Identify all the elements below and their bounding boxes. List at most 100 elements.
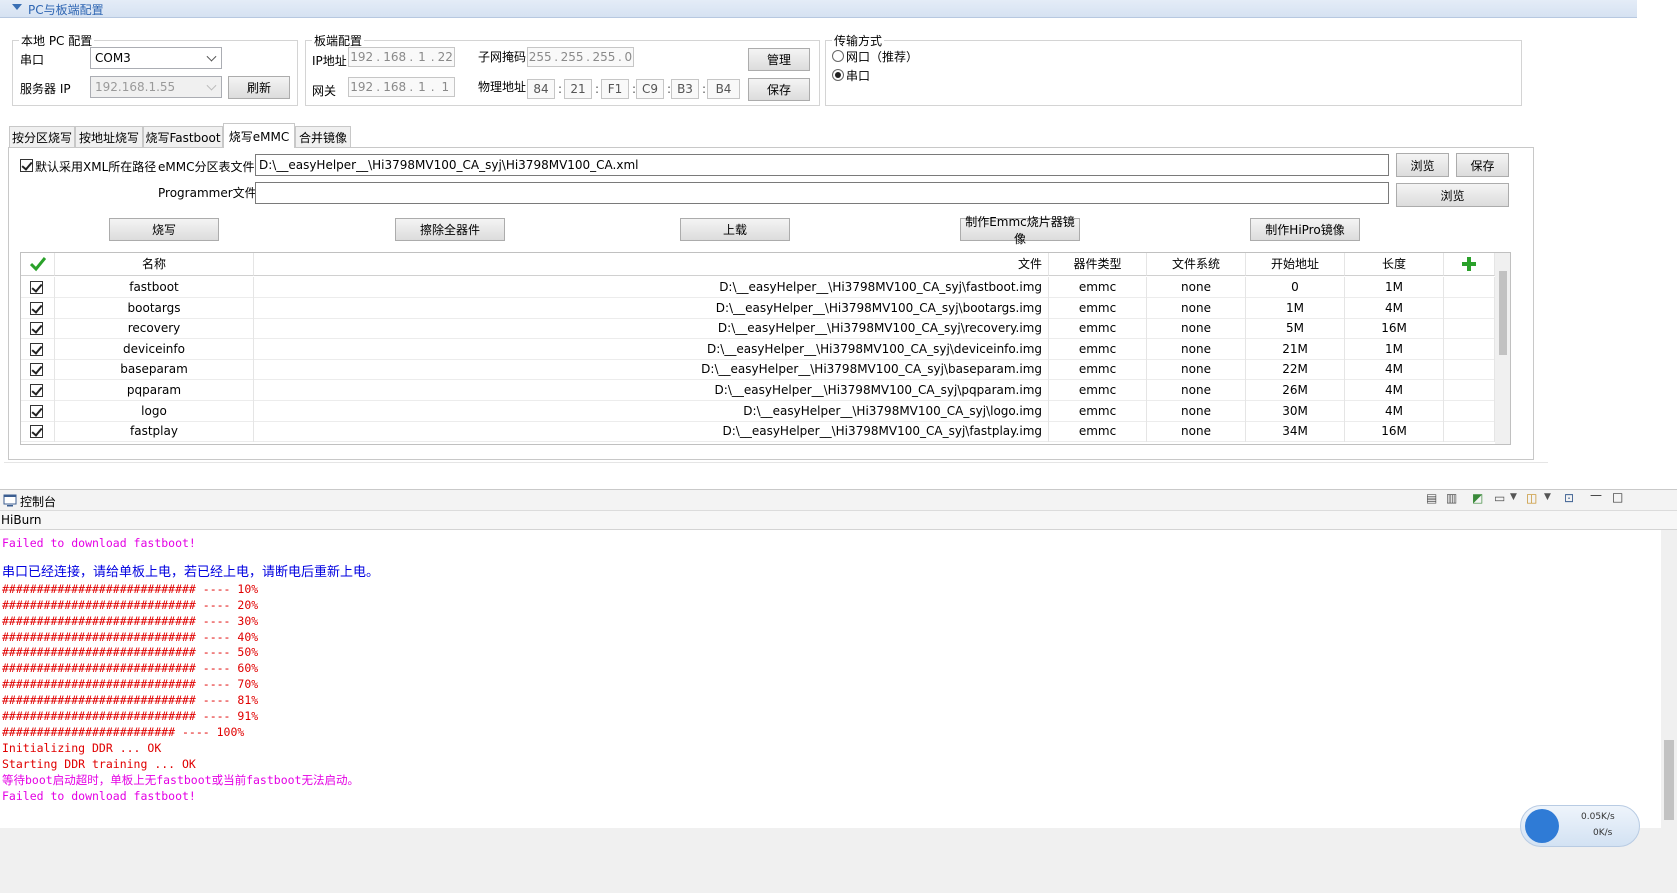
mac-octet[interactable]: B3 <box>671 79 699 99</box>
row-checkbox-cell[interactable] <box>21 380 55 401</box>
row-checkbox-cell[interactable] <box>21 318 55 340</box>
mac-octet[interactable]: C9 <box>636 79 664 99</box>
table-row[interactable]: fastboot D:\__easyHelper__\Hi3798MV100_CA… <box>21 277 1495 298</box>
display-console-icon[interactable]: ▭ <box>1494 491 1505 505</box>
serial-port-select[interactable]: COM3 <box>90 47 222 69</box>
column-header-fs[interactable]: 文件系统 <box>1147 253 1246 276</box>
table-row[interactable]: logo D:\__easyHelper__\Hi3798MV100_CA_syj… <box>21 400 1495 422</box>
mac-octet[interactable]: B4 <box>707 79 740 99</box>
row-checkbox[interactable] <box>30 301 43 315</box>
table-row[interactable]: fastplay D:\__easyHelper__\Hi3798MV100_CA… <box>21 421 1495 443</box>
row-checkbox-cell[interactable] <box>21 359 55 381</box>
refresh-button[interactable]: 刷新 <box>228 76 290 99</box>
maximize-icon[interactable]: □ <box>1612 490 1623 504</box>
minimize-icon[interactable]: — <box>1590 488 1602 502</box>
ip-address-field[interactable]: 192. 168. 1. 22 <box>348 47 455 67</box>
gateway-label: 网关 <box>312 84 337 98</box>
cell-name: pqparam <box>55 380 254 401</box>
server-ip-select[interactable]: 192.168.1.55 <box>90 76 222 98</box>
radio-network[interactable] <box>832 50 844 62</box>
table-scrollbar[interactable] <box>1495 253 1510 444</box>
save-partition-button[interactable]: 保存 <box>1456 153 1509 177</box>
new-console-icon[interactable]: ⊡ <box>1564 491 1574 505</box>
subnet-field[interactable]: 255. 255. 255. 0 <box>527 47 634 67</box>
horizontal-scrollbar[interactable] <box>4 462 1548 480</box>
console-tab-label[interactable]: 控制台 <box>20 493 56 510</box>
row-checkbox-cell[interactable] <box>21 400 55 422</box>
column-header-name[interactable]: 名称 <box>55 253 254 276</box>
programmer-file-input[interactable] <box>255 182 1389 204</box>
mac-octet[interactable]: 21 <box>564 79 592 99</box>
make-hipro-image-button[interactable]: 制作HiPro镜像 <box>1250 218 1360 241</box>
clear-console-icon[interactable]: ▤ <box>1426 491 1437 505</box>
row-checkbox-cell[interactable] <box>21 338 55 360</box>
column-header-device[interactable]: 器件类型 <box>1049 253 1147 276</box>
cell-name: deviceinfo <box>55 338 254 360</box>
tab-emmc-burn[interactable]: 烧写eMMC <box>223 123 295 148</box>
cell-name: recovery <box>55 318 254 340</box>
table-row[interactable]: deviceinfo D:\__easyHelper__\Hi3798MV100_… <box>21 338 1495 360</box>
chevron-down-icon[interactable]: ▼ <box>1510 492 1517 502</box>
open-console-icon[interactable]: ◫ <box>1526 491 1537 505</box>
upload-button[interactable]: 上载 <box>680 218 790 241</box>
gateway-field[interactable]: 192. 168. 1. 1 <box>348 77 455 97</box>
subnet-octet: 255 <box>560 50 584 64</box>
row-checkbox[interactable] <box>30 342 43 356</box>
cell-device: emmc <box>1049 277 1147 298</box>
browse-partition-button[interactable]: 浏览 <box>1396 153 1449 177</box>
chevron-down-icon[interactable]: ▼ <box>1544 492 1551 502</box>
row-checkbox-cell[interactable] <box>21 277 55 298</box>
network-speed-widget[interactable]: 0.05K/s 0K/s <box>1520 805 1640 847</box>
column-header-start[interactable]: 开始地址 <box>1246 253 1345 276</box>
browse-programmer-button[interactable]: 浏览 <box>1396 183 1509 207</box>
table-scrollbar-thumb[interactable] <box>1499 271 1507 355</box>
row-checkbox[interactable] <box>30 322 43 336</box>
gateway-octet: 1 <box>441 80 450 94</box>
add-row-header[interactable] <box>1444 253 1495 276</box>
row-checkbox[interactable] <box>30 404 43 418</box>
tab-fastboot-burn[interactable]: 烧写Fastboot <box>143 126 223 147</box>
console-line: ############################ ---- 40% <box>2 629 259 644</box>
column-header-length[interactable]: 长度 <box>1345 253 1444 276</box>
cell-empty <box>1444 359 1495 381</box>
row-checkbox-cell[interactable] <box>21 297 55 319</box>
tab-merge-image[interactable]: 合并镜像 <box>295 126 351 147</box>
transfer-group: 传输方式 <box>825 32 1522 106</box>
pin-console-icon[interactable]: ◩ <box>1472 491 1483 505</box>
console-scrollbar-thumb[interactable] <box>1664 740 1674 820</box>
cell-start: 1M <box>1246 297 1345 319</box>
manage-button[interactable]: 管理 <box>748 48 810 71</box>
make-emmc-image-button[interactable]: 制作Emmc烧片器镜像 <box>960 215 1080 246</box>
partition-file-input[interactable]: D:\__easyHelper__\Hi3798MV100_CA_syj\Hi3… <box>255 154 1389 176</box>
console-line: Starting DDR training ... OK <box>2 756 196 771</box>
row-checkbox-cell[interactable] <box>21 421 55 443</box>
use-xml-path-checkbox[interactable] <box>20 159 33 172</box>
scroll-lock-icon[interactable]: ▥ <box>1446 491 1457 505</box>
tab-partition-burn[interactable]: 按分区烧写 <box>9 126 75 147</box>
server-ip-label: 服务器 IP <box>20 82 71 96</box>
mac-octet[interactable]: 84 <box>527 79 555 99</box>
select-all-header[interactable] <box>21 253 55 276</box>
table-row[interactable]: recovery D:\__easyHelper__\Hi3798MV100_CA… <box>21 318 1495 340</box>
burn-button[interactable]: 烧写 <box>109 218 219 241</box>
save-board-button[interactable]: 保存 <box>748 78 810 101</box>
row-checkbox[interactable] <box>30 425 43 439</box>
section-header[interactable]: PC与板端配置 <box>0 0 1637 18</box>
row-checkbox[interactable] <box>30 281 43 294</box>
column-header-file[interactable]: 文件 <box>254 253 1049 276</box>
collapse-arrow-icon[interactable] <box>12 4 22 10</box>
radio-serial[interactable] <box>832 69 844 81</box>
row-checkbox[interactable] <box>30 363 43 377</box>
cell-fs: none <box>1147 359 1246 381</box>
cell-file: D:\__easyHelper__\Hi3798MV100_CA_syj\log… <box>254 400 1049 422</box>
row-checkbox[interactable] <box>30 384 43 397</box>
cell-fs: none <box>1147 277 1246 298</box>
erase-all-button[interactable]: 擦除全器件 <box>395 218 505 241</box>
mac-octet[interactable]: F1 <box>601 79 629 99</box>
console-scrollbar[interactable] <box>1661 530 1677 828</box>
table-row[interactable]: bootargs D:\__easyHelper__\Hi3798MV100_CA… <box>21 297 1495 319</box>
cell-start: 30M <box>1246 400 1345 422</box>
table-row[interactable]: baseparam D:\__easyHelper__\Hi3798MV100_C… <box>21 359 1495 381</box>
tab-address-burn[interactable]: 按地址烧写 <box>75 126 143 147</box>
table-row[interactable]: pqparam D:\__easyHelper__\Hi3798MV100_CA_… <box>21 380 1495 401</box>
